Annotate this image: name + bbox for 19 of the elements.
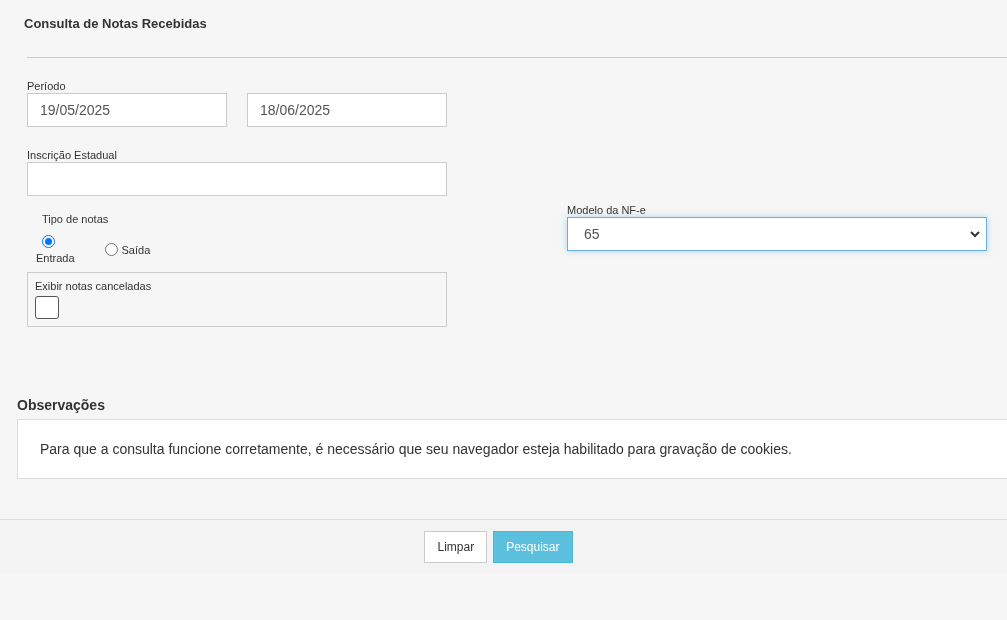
radio-button[interactable] [42, 235, 55, 248]
radio-label: Entrada [36, 252, 75, 264]
checkbox-label: Exibir notas canceladas [35, 280, 152, 293]
chevron-down-icon [970, 230, 980, 238]
end-date-field[interactable]: 18/06/2025 [247, 93, 447, 127]
field-label: Inscrição Estadual [27, 149, 117, 162]
radio-label: Saída [121, 243, 151, 256]
input-field[interactable] [27, 162, 447, 196]
field-label: Período [27, 80, 66, 93]
radio-button[interactable] [104, 243, 118, 256]
field-label: Tipo de notas [42, 213, 109, 226]
section-title: Observações [17, 397, 105, 413]
start-date-field[interactable]: 19/05/2025 [27, 93, 227, 127]
clear-button[interactable]: Limpar [424, 530, 488, 563]
checkbox[interactable] [35, 296, 59, 319]
note-text: Para que a consulta funcione corretamente, é necessário que seu navegador esteja habilitado para gravação de cookies. [40, 441, 792, 457]
select-field[interactable]: 65 [567, 217, 987, 251]
page-title: Consulta de Notas Recebidas [24, 16, 207, 32]
field-label: Modelo da NF-e [567, 204, 646, 217]
